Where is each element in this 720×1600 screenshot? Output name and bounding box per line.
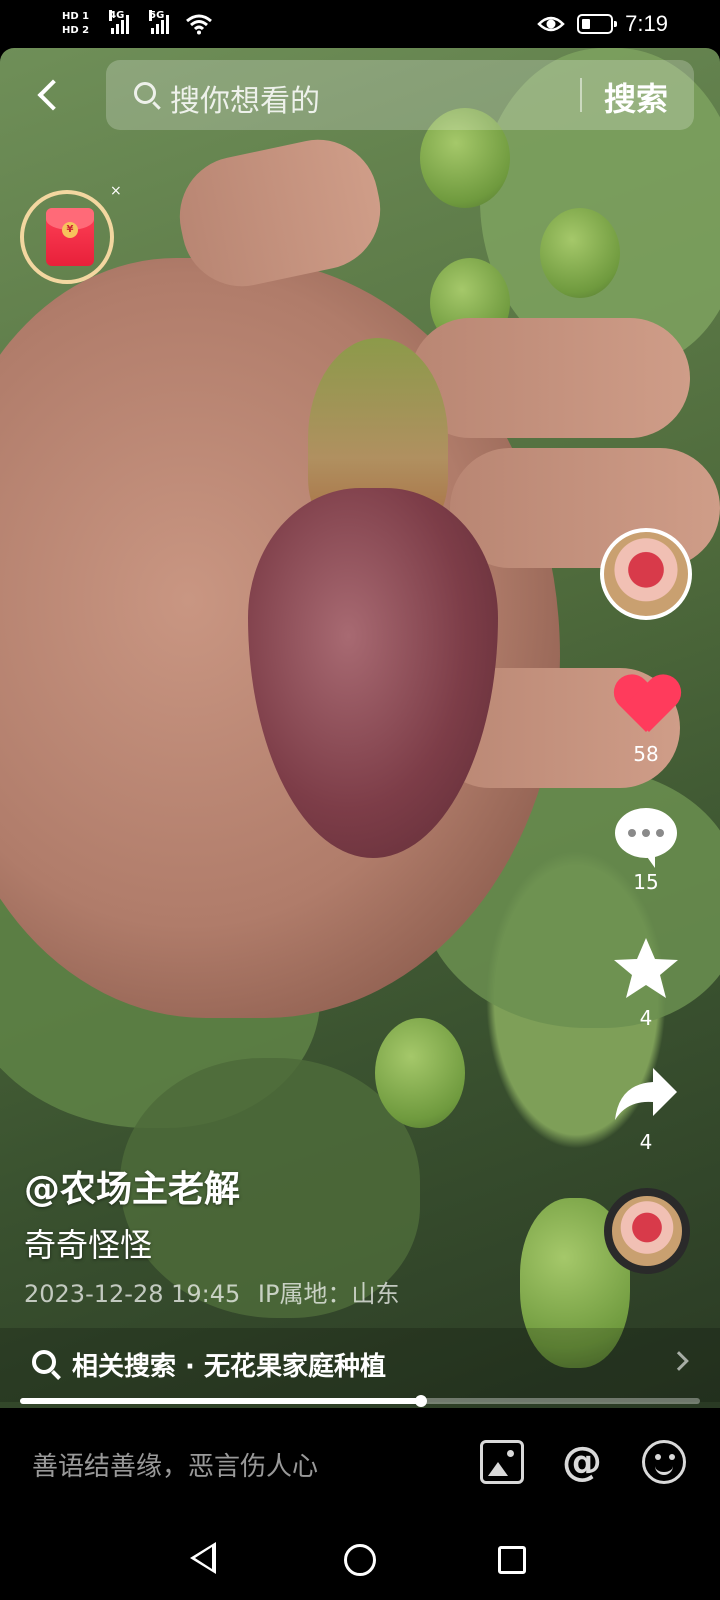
progress-fill — [20, 1398, 422, 1404]
sim-indicators: HD 1 HD 2 — [62, 11, 89, 37]
small-green-fig — [540, 208, 620, 298]
favorite-count: 4 — [639, 1006, 653, 1030]
related-search-bar[interactable]: 相关搜索 · 无花果家庭种植 — [0, 1328, 720, 1402]
comment-button[interactable]: 15 — [606, 808, 686, 894]
network-label-4g: 4G — [109, 10, 125, 21]
status-time: 7:19 — [625, 11, 668, 36]
search-icon — [134, 82, 156, 104]
battery-icon — [577, 14, 618, 34]
nav-home-icon[interactable] — [344, 1544, 376, 1576]
search-bar[interactable]: 搜你想看的 搜索 — [106, 60, 694, 130]
post-description: 奇奇怪怪 — [24, 1226, 153, 1264]
like-count: 58 — [633, 742, 659, 766]
post-meta: 2023-12-28 19:45 IP属地：山东 — [24, 1274, 399, 1309]
search-divider — [580, 78, 582, 112]
fig-body — [248, 488, 498, 858]
post-date: 2023-12-28 19:45 — [24, 1280, 241, 1308]
purple-fig — [248, 338, 498, 858]
eye-comfort-icon — [537, 16, 565, 32]
author-name[interactable]: @农场主老解 — [24, 1160, 240, 1212]
nav-back-icon[interactable] — [190, 1542, 216, 1574]
finger — [168, 128, 392, 298]
video-progress-bar[interactable] — [20, 1395, 700, 1407]
author-avatar[interactable] — [600, 528, 692, 620]
sim1-label: HD 1 — [62, 11, 90, 22]
network-label-5g: 5G — [149, 10, 165, 21]
small-green-fig — [375, 1018, 465, 1128]
comment-count: 15 — [633, 870, 659, 894]
emoji-icon[interactable] — [642, 1440, 686, 1484]
red-envelope-icon: ¥ — [46, 208, 94, 266]
ip-location: IP属地：山东 — [257, 1280, 400, 1308]
status-bar: HD 1 HD 2 4G 5G 7:19 — [0, 0, 720, 48]
nav-recent-icon[interactable] — [498, 1546, 526, 1574]
image-icon[interactable] — [480, 1440, 524, 1484]
related-search-label: 相关搜索 · 无花果家庭种植 — [72, 1352, 386, 1382]
status-bar-left: HD 1 HD 2 4G 5G — [62, 6, 213, 42]
chevron-right-icon — [669, 1351, 689, 1371]
back-button[interactable] — [34, 76, 64, 116]
signal-5g-icon: 5G — [149, 10, 170, 34]
heart-icon — [613, 676, 679, 736]
share-count: 4 — [639, 1130, 653, 1154]
sim2-label: HD 2 — [62, 25, 90, 36]
search-icon — [32, 1350, 56, 1374]
share-arrow-icon — [615, 1068, 677, 1120]
search-input[interactable]: 搜你想看的 — [170, 76, 320, 120]
star-icon — [614, 938, 678, 998]
status-bar-right: 7:19 — [537, 8, 668, 40]
close-icon[interactable]: × — [110, 183, 122, 199]
speech-bubble-icon — [615, 808, 677, 868]
wifi-icon — [186, 14, 213, 35]
signal-4g-icon: 4G — [109, 10, 130, 34]
at-icon[interactable]: @ — [560, 1440, 604, 1484]
like-button[interactable]: 58 — [606, 676, 686, 766]
share-button[interactable]: 4 — [606, 1066, 686, 1154]
search-button[interactable]: 搜索 — [604, 74, 668, 120]
music-disc[interactable] — [604, 1188, 690, 1274]
red-packet-widget[interactable]: ¥ — [20, 190, 114, 284]
favorite-button[interactable]: 4 — [606, 936, 686, 1030]
comment-input[interactable]: 善语结善缘，恶言伤人心 — [32, 1446, 318, 1483]
